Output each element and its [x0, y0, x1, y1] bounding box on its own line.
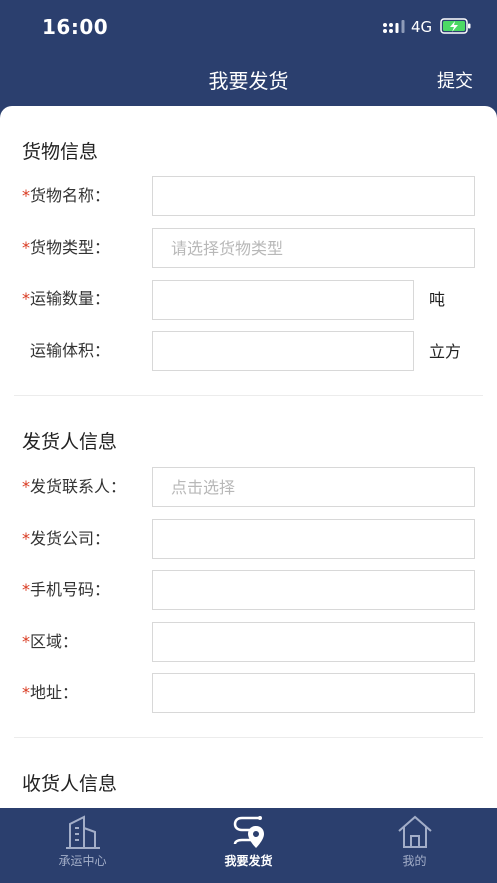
label-text: 发货公司： — [30, 529, 111, 548]
tab-bar: 承运中心 我要发货 我的 — [0, 808, 497, 883]
page-title: 我要发货 — [208, 69, 289, 93]
required-mark: * — [22, 477, 30, 496]
tab-label: 承运中心 — [58, 854, 107, 868]
unit-cubic-meter: 立方 — [429, 342, 462, 361]
required-mark: * — [22, 238, 30, 257]
status-bar: 16:00 4G — [0, 0, 497, 54]
label-text: 运输数量： — [30, 289, 111, 308]
address-input[interactable] — [152, 673, 475, 713]
status-time: 16:00 — [42, 15, 109, 39]
cargo-type-label: *货物类型： — [22, 237, 110, 259]
section-title-cargo: 货物信息 — [22, 141, 99, 163]
required-mark: * — [22, 186, 30, 205]
shipper-company-input[interactable] — [152, 519, 475, 559]
signal-dots-icon — [383, 20, 405, 33]
cargo-type-select[interactable] — [152, 228, 475, 268]
required-mark: * — [22, 580, 30, 599]
phone-label: *手机号码： — [22, 579, 110, 601]
required-mark: * — [22, 529, 30, 548]
transport-volume-input[interactable] — [152, 331, 414, 371]
tab-mine[interactable]: 我的 — [332, 808, 497, 883]
tab-label: 我要发货 — [224, 854, 273, 868]
network-type: 4G — [411, 18, 433, 36]
section-title-receiver: 收货人信息 — [22, 773, 118, 795]
section-title-shipper: 发货人信息 — [22, 431, 118, 453]
shipper-contact-label: *发货联系人： — [22, 476, 126, 498]
transport-quantity-input[interactable] — [152, 280, 414, 320]
tab-label: 我的 — [402, 854, 427, 868]
transport-quantity-label: *运输数量： — [22, 288, 110, 310]
tab-ship-goods[interactable]: 我要发货 — [166, 808, 331, 883]
required-mark: * — [22, 289, 30, 308]
cargo-name-label: *货物名称： — [22, 185, 110, 207]
cargo-name-input[interactable] — [152, 176, 475, 216]
required-mark: * — [22, 632, 30, 651]
tab-carrier-center[interactable]: 承运中心 — [0, 808, 165, 883]
route-pin-icon — [233, 816, 264, 848]
form-content[interactable]: 货物信息 *货物名称： *货物类型： *运输数量： 吨 运输体积： 立方 发货人… — [0, 106, 497, 808]
required-mark: * — [22, 683, 30, 702]
phone-input[interactable] — [152, 570, 475, 610]
address-label: *地址： — [22, 682, 78, 704]
label-text: 区域： — [30, 632, 79, 651]
region-label: *区域： — [22, 631, 78, 653]
unit-ton: 吨 — [429, 290, 446, 309]
label-text: 货物名称： — [30, 186, 111, 205]
label-text: 地址： — [30, 683, 79, 702]
label-text: 货物类型： — [30, 238, 111, 257]
section-divider — [14, 737, 483, 738]
shipper-contact-select[interactable] — [152, 467, 475, 507]
region-input[interactable] — [152, 622, 475, 662]
shipper-company-label: *发货公司： — [22, 528, 110, 550]
home-icon — [398, 815, 432, 848]
section-divider — [14, 395, 483, 396]
submit-button[interactable]: 提交 — [437, 67, 473, 93]
transport-volume-label: 运输体积： — [30, 341, 111, 360]
building-icon — [66, 815, 100, 849]
label-text: 发货联系人： — [30, 477, 127, 496]
battery-charging-icon — [440, 18, 471, 34]
label-text: 手机号码： — [30, 580, 111, 599]
